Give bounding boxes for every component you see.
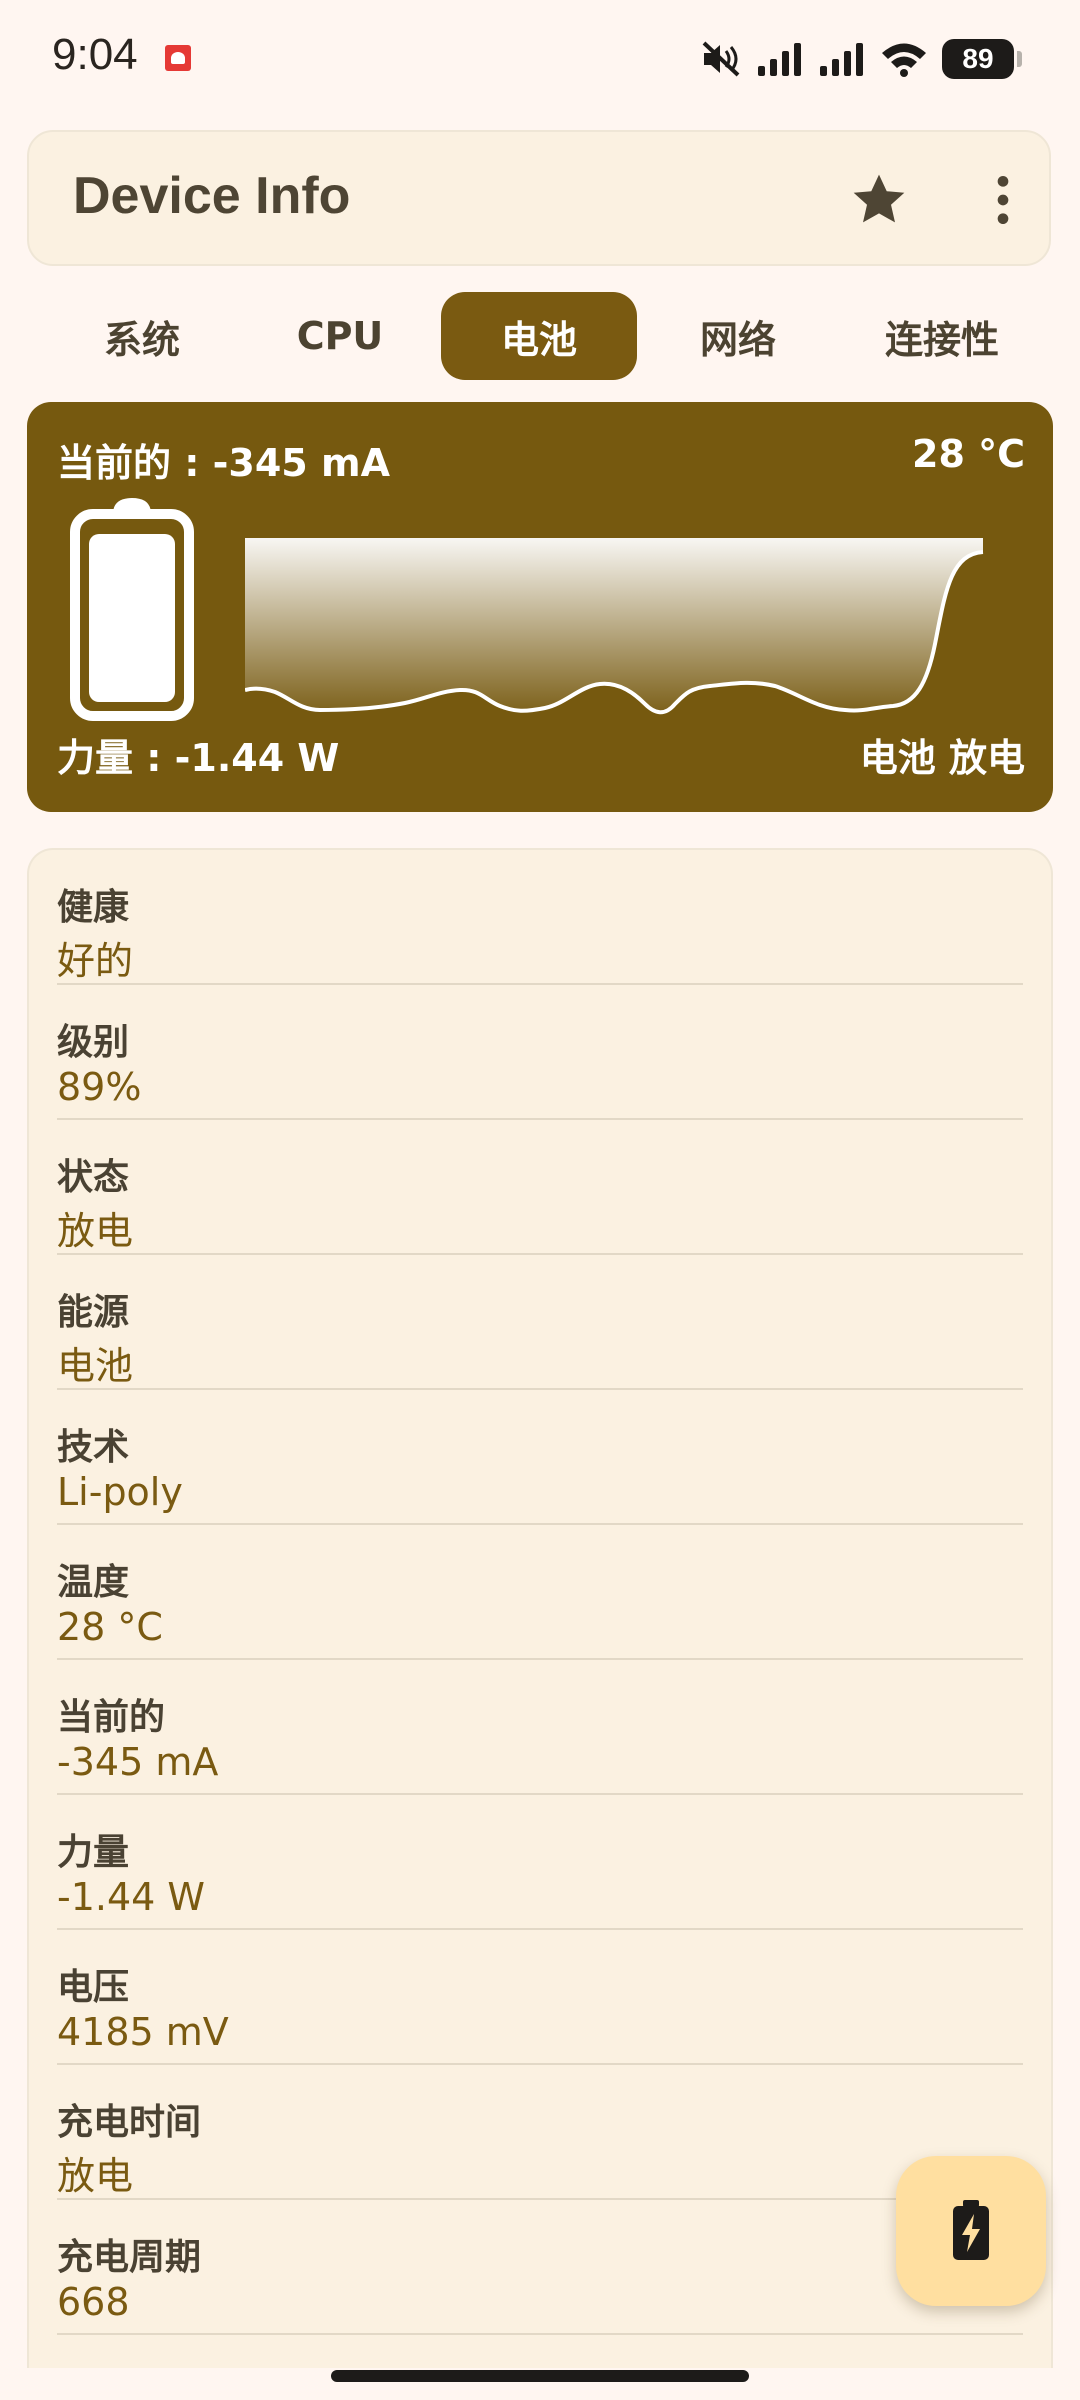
list-item-value: 电池 bbox=[57, 1344, 134, 1388]
gesture-nav-handle[interactable] bbox=[331, 2370, 749, 2382]
app-title: Device Info bbox=[73, 167, 351, 225]
list-item-value: Li-poly bbox=[57, 1470, 183, 1514]
notification-app-icon bbox=[165, 45, 191, 71]
list-item-label: 力量 bbox=[57, 1832, 130, 1873]
status-icons: 89 bbox=[700, 34, 1022, 84]
tab-connectivity[interactable]: 连接性 bbox=[840, 292, 1044, 380]
list-item-charge-cycles: 充电周期 668 bbox=[57, 2200, 1023, 2335]
list-item-value: 28 °C bbox=[57, 1605, 163, 1649]
list-item-label: 健康 bbox=[57, 887, 130, 928]
mute-icon bbox=[702, 41, 740, 77]
battery-details-list: 健康 好的 级别 89% 状态 放电 能源 电池 技术 Li-poly 温度 2… bbox=[27, 848, 1053, 2368]
tab-bar: 系统 CPU 电池 网络 连接性 bbox=[44, 292, 1044, 380]
tab-system[interactable]: 系统 bbox=[44, 292, 240, 380]
list-item-value: 放电 bbox=[57, 2154, 134, 2198]
list-item-technology: 技术 Li-poly bbox=[57, 1390, 1023, 1525]
tab-battery[interactable]: 电池 bbox=[441, 292, 637, 380]
status-time: 9:04 bbox=[52, 30, 138, 79]
list-item-temperature: 温度 28 °C bbox=[57, 1525, 1023, 1660]
current-readout: 当前的 : -345 mA bbox=[57, 441, 390, 485]
list-item-power: 力量 -1.44 W bbox=[57, 1795, 1023, 1930]
battery-charging-icon bbox=[953, 2200, 989, 2260]
list-item-voltage: 电压 4185 mV bbox=[57, 1930, 1023, 2065]
list-item-label: 当前的 bbox=[57, 1697, 166, 1738]
tab-cpu[interactable]: CPU bbox=[242, 292, 438, 380]
favorite-button[interactable] bbox=[847, 168, 911, 232]
list-item-label: 电压 bbox=[57, 1967, 130, 2008]
list-item-value: 4185 mV bbox=[57, 2010, 229, 2054]
list-item-label: 能源 bbox=[57, 1292, 130, 1333]
battery-fab-button[interactable] bbox=[896, 2156, 1046, 2306]
power-readout: 力量 : -1.44 W bbox=[57, 736, 340, 780]
list-item-value: 放电 bbox=[57, 1209, 134, 1253]
signal-icon bbox=[758, 43, 801, 76]
list-item-label: 技术 bbox=[57, 1427, 130, 1468]
wifi-icon bbox=[882, 43, 926, 77]
signal-icon bbox=[820, 43, 863, 76]
battery-icon: 89 bbox=[942, 39, 1022, 79]
battery-level-icon bbox=[70, 498, 194, 721]
status-bar: 9:04 89 bbox=[0, 0, 1080, 118]
battery-level: 89 bbox=[962, 43, 994, 74]
current-history-chart bbox=[245, 538, 984, 715]
list-item-value: 89% bbox=[57, 1065, 142, 1109]
list-item-label: 温度 bbox=[57, 1562, 130, 1603]
list-item-value: 668 bbox=[57, 2280, 130, 2324]
tab-network[interactable]: 网络 bbox=[640, 292, 836, 380]
list-item-value: -1.44 W bbox=[57, 1875, 205, 1919]
top-app-bar: Device Info bbox=[27, 130, 1051, 266]
power-source-readout: 电池 放电 bbox=[859, 736, 1025, 780]
list-item-current: 当前的 -345 mA bbox=[57, 1660, 1023, 1795]
list-item-value: -345 mA bbox=[57, 1740, 219, 1784]
list-item-label: 状态 bbox=[57, 1157, 130, 1198]
more-vert-icon bbox=[997, 176, 1009, 224]
list-item-value: 好的 bbox=[57, 939, 134, 983]
list-item-charge-time: 充电时间 放电 bbox=[57, 2065, 1023, 2200]
more-options-button[interactable] bbox=[971, 168, 1035, 232]
list-item-label: 充电时间 bbox=[57, 2102, 202, 2143]
battery-summary-card: 当前的 : -345 mA 28 °C 力量 : -1.44 W 电池 放电 bbox=[27, 402, 1053, 812]
list-item-status: 状态 放电 bbox=[57, 1120, 1023, 1255]
list-item-power-source: 能源 电池 bbox=[57, 1255, 1023, 1390]
list-item-label: 级别 bbox=[57, 1022, 130, 1063]
list-item-health: 健康 好的 bbox=[57, 850, 1023, 985]
list-item-level: 级别 89% bbox=[57, 985, 1023, 1120]
temperature-readout: 28 °C bbox=[912, 432, 1025, 476]
star-icon bbox=[853, 174, 905, 223]
list-item-label: 充电周期 bbox=[57, 2237, 202, 2278]
